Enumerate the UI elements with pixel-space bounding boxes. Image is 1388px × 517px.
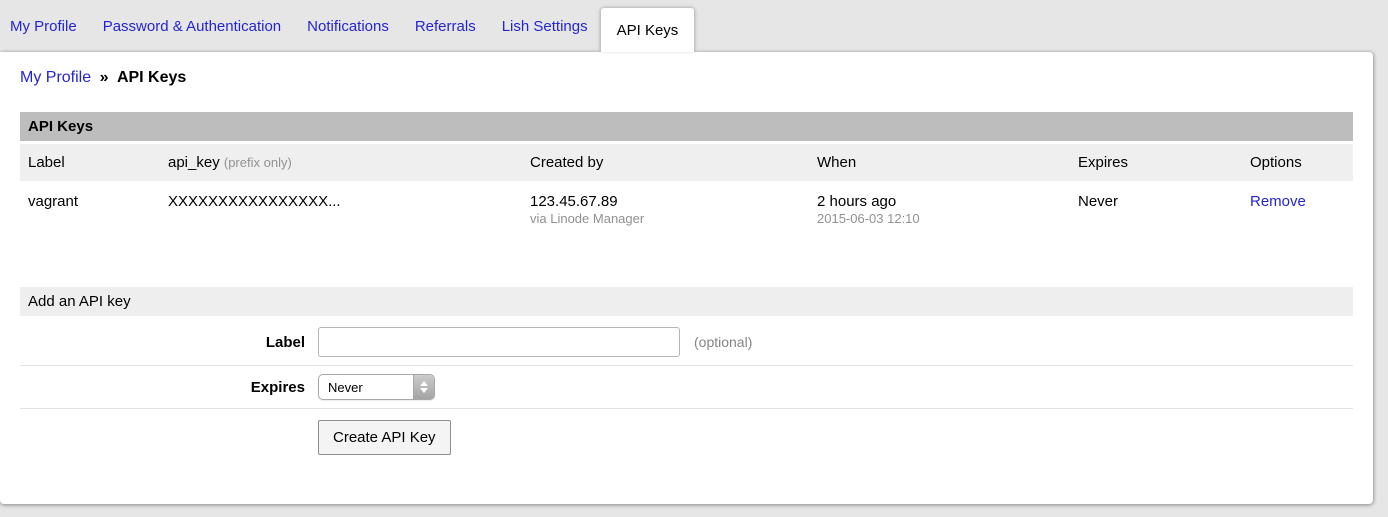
cell-options: Remove <box>1242 181 1353 237</box>
when-relative: 2 hours ago <box>817 193 1062 210</box>
expires-field-row: Expires Never <box>20 366 1353 409</box>
content-panel: My Profile » API Keys API Keys Label api… <box>0 52 1373 504</box>
cell-when: 2 hours ago 2015-06-03 12:10 <box>809 181 1070 237</box>
cell-created-by: 123.45.67.89 via Linode Manager <box>522 181 809 237</box>
tab-notifications[interactable]: Notifications <box>294 18 402 35</box>
submit-row: Create API Key <box>20 409 1353 466</box>
column-header-when: When <box>809 144 1070 181</box>
profile-tabbar: My Profile Password & Authentication Not… <box>0 0 1388 52</box>
tab-my-profile[interactable]: My Profile <box>10 18 90 35</box>
label-optional-note: (optional) <box>694 334 752 350</box>
cell-expires: Never <box>1070 181 1242 237</box>
remove-key-link[interactable]: Remove <box>1250 193 1306 210</box>
expires-select[interactable]: Never <box>318 374 435 400</box>
breadcrumb-separator: » <box>100 69 109 86</box>
add-api-key-form: Add an API key Label (optional) Expires … <box>20 287 1353 466</box>
breadcrumb-my-profile-link[interactable]: My Profile <box>20 69 91 86</box>
expires-select-value: Never <box>319 380 363 395</box>
label-input[interactable] <box>318 327 680 357</box>
api-keys-table: Label api_key (prefix only) Created by W… <box>20 144 1353 237</box>
table-header-row: Label api_key (prefix only) Created by W… <box>20 144 1353 181</box>
created-by-via: via Linode Manager <box>530 210 801 227</box>
cell-key-label: vagrant <box>20 181 160 237</box>
created-by-ip: 123.45.67.89 <box>530 193 801 210</box>
column-header-options: Options <box>1242 144 1353 181</box>
api-keys-section: API Keys Label api_key (prefix only) Cre… <box>20 112 1353 237</box>
page-title: API Keys <box>117 69 186 86</box>
api-key-row: vagrant XXXXXXXXXXXXXXXX... 123.45.67.89… <box>20 181 1353 237</box>
column-header-api-key-note: (prefix only) <box>224 155 292 170</box>
add-api-key-title: Add an API key <box>20 287 1353 316</box>
create-api-key-button[interactable]: Create API Key <box>318 420 451 455</box>
column-header-label: Label <box>20 144 160 181</box>
breadcrumb: My Profile » API Keys <box>20 52 1353 87</box>
column-header-expires: Expires <box>1070 144 1242 181</box>
label-field-row: Label (optional) <box>20 319 1353 366</box>
tab-password-authentication[interactable]: Password & Authentication <box>90 18 294 35</box>
api-keys-table-title: API Keys <box>20 112 1353 141</box>
column-header-api-key: api_key (prefix only) <box>160 144 522 181</box>
tab-referrals[interactable]: Referrals <box>402 18 489 35</box>
when-absolute: 2015-06-03 12:10 <box>817 210 1062 227</box>
tab-lish-settings[interactable]: Lish Settings <box>489 18 601 35</box>
up-down-chevrons-icon <box>413 375 434 399</box>
cell-api-key-prefix: XXXXXXXXXXXXXXXX... <box>160 181 522 237</box>
column-header-api-key-text: api_key <box>168 154 220 171</box>
column-header-created-by: Created by <box>522 144 809 181</box>
label-field-label: Label <box>20 334 318 351</box>
expires-field-label: Expires <box>20 379 318 396</box>
tab-api-keys[interactable]: API Keys <box>601 8 695 52</box>
